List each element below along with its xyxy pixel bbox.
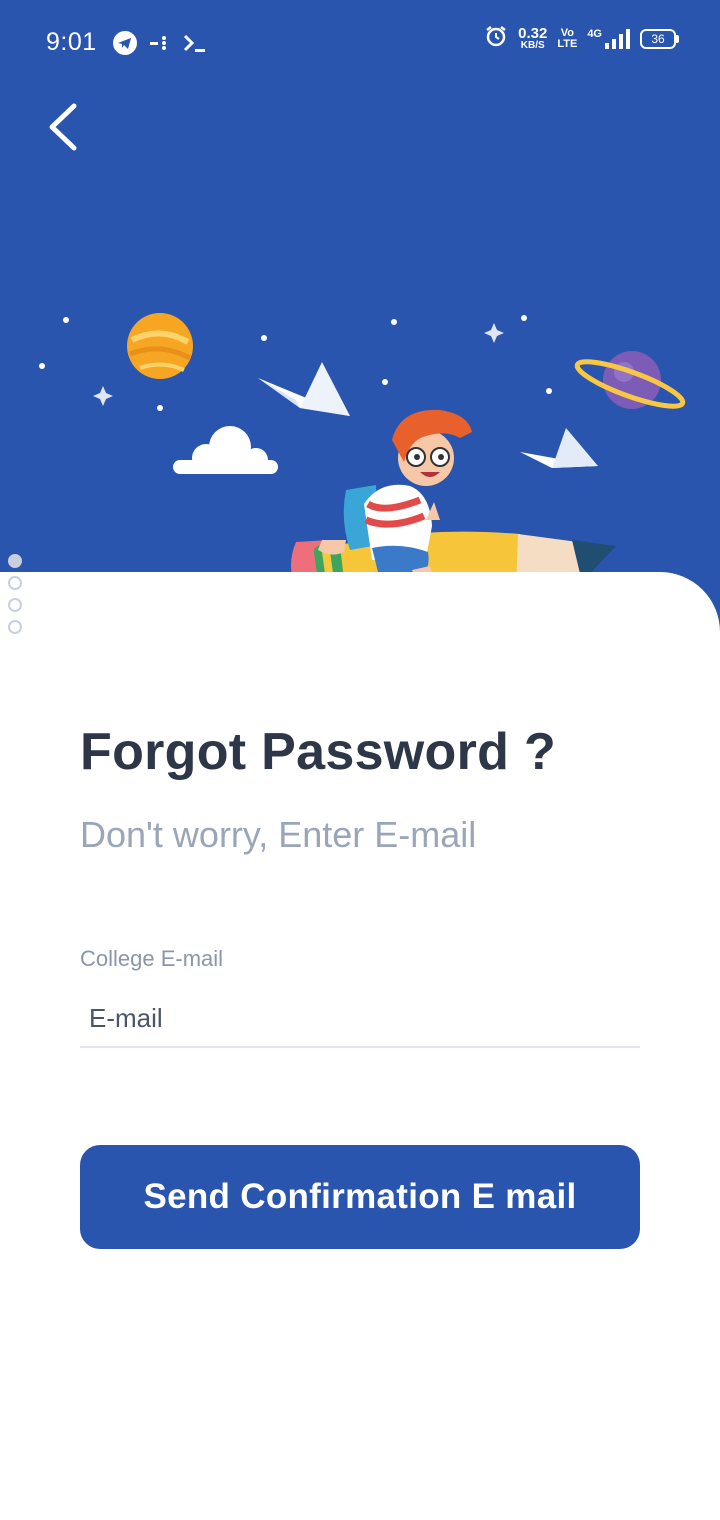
pager-dot[interactable] bbox=[8, 554, 22, 568]
email-field[interactable] bbox=[80, 990, 640, 1048]
status-bar: 9:01 0.32 KB/S Vo LTE 4G 36 bbox=[0, 0, 720, 88]
volte-bottom: LTE bbox=[557, 37, 578, 50]
send-confirmation-button[interactable]: Send Confirmation E mail bbox=[80, 1145, 640, 1249]
pager-dot[interactable] bbox=[8, 620, 22, 634]
pager-dots bbox=[8, 554, 28, 642]
volte-top: Vo bbox=[560, 26, 574, 39]
pager-dot[interactable] bbox=[8, 598, 22, 612]
network-type: 4G bbox=[587, 27, 602, 40]
alarm-icon bbox=[484, 24, 508, 53]
paper-plane-right bbox=[520, 428, 598, 468]
telegram-icon bbox=[112, 30, 138, 61]
network-speed: 0.32 KB/S bbox=[518, 26, 547, 51]
chevron-left-icon bbox=[49, 103, 77, 151]
volte-indicator: Vo LTE bbox=[557, 26, 578, 50]
pager-dot[interactable] bbox=[8, 576, 22, 590]
speed-unit: KB/S bbox=[520, 40, 545, 51]
email-field-label: College E-mail bbox=[80, 946, 224, 971]
speed-value: 0.32 bbox=[518, 25, 548, 42]
page-subtitle: Don't worry, Enter E-mail bbox=[80, 814, 477, 855]
page-title: Forgot Password ? bbox=[80, 723, 557, 781]
cell-signal-icon: 4G bbox=[587, 28, 630, 50]
ringed-planet bbox=[574, 351, 686, 409]
back-button[interactable] bbox=[40, 100, 90, 156]
signal-dots-icon bbox=[148, 30, 172, 61]
hero-banner: 9:01 0.32 KB/S Vo LTE 4G 36 bbox=[0, 0, 720, 640]
terminal-icon bbox=[182, 30, 208, 61]
cloud bbox=[173, 426, 278, 474]
paper-plane-left bbox=[258, 362, 350, 416]
battery-indicator: 36 bbox=[640, 28, 679, 49]
status-time: 9:01 bbox=[46, 28, 97, 56]
orange-planet bbox=[127, 313, 193, 379]
